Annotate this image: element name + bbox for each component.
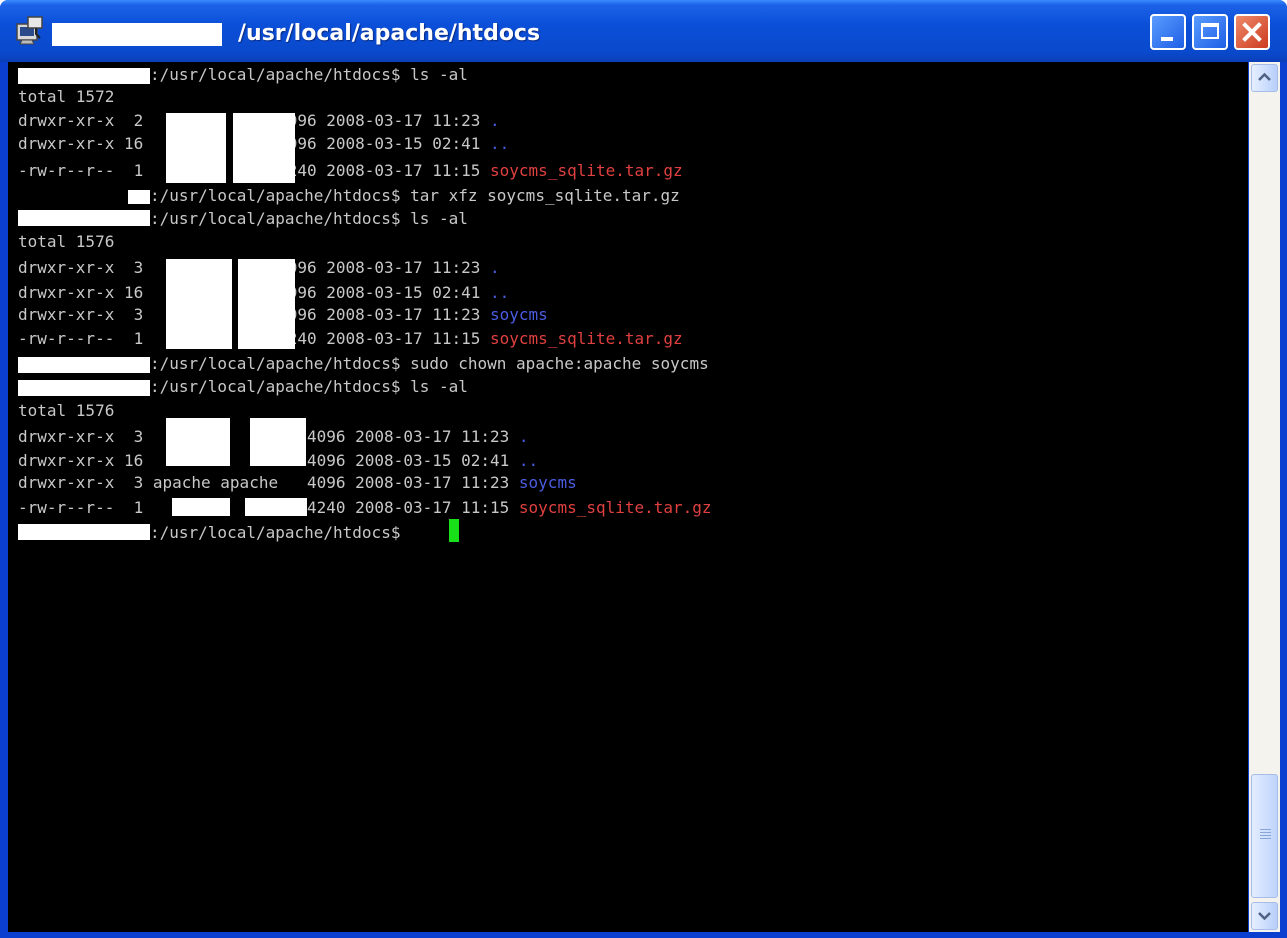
terminal-window: /usr/local/apache/htdocs :/usr/local/apa…	[0, 0, 1287, 938]
terminal-output[interactable]: :/usr/local/apache/htdocs$ ls -al total …	[8, 62, 1248, 932]
chevron-up-icon	[1258, 72, 1271, 81]
terminal-line-19: -rw-r--r-- 1 1594240 2008-03-17 11:15 so…	[18, 498, 712, 517]
grip-line	[1260, 838, 1271, 839]
terminal-line-8: total 1576	[18, 232, 115, 251]
terminal-line-2: total 1572	[18, 87, 115, 106]
maximize-icon	[1201, 23, 1219, 39]
scroll-down-button[interactable]	[1251, 902, 1278, 930]
minimize-button[interactable]	[1150, 14, 1186, 50]
redacted-prompt-user	[18, 68, 150, 84]
window-title: /usr/local/apache/htdocs	[238, 21, 541, 46]
redacted-group	[238, 259, 295, 349]
redacted-owner	[166, 113, 226, 183]
vertical-scrollbar[interactable]	[1249, 62, 1280, 932]
scroll-up-button[interactable]	[1251, 64, 1278, 92]
scroll-thumb[interactable]	[1251, 774, 1278, 898]
terminal-line-18: drwxr-xr-x 3 apache apache 4096 2008-03-…	[18, 473, 577, 492]
minimize-icon	[1161, 37, 1173, 41]
redacted-prompt-user	[18, 357, 150, 373]
terminal-line-20: :/usr/local/apache/htdocs$	[150, 523, 411, 542]
redacted-group	[233, 113, 295, 183]
redacted-prompt-user	[18, 524, 150, 540]
terminal-app-icon[interactable]	[14, 14, 46, 46]
redacted-prompt-user	[18, 380, 150, 396]
terminal-line-7: :/usr/local/apache/htdocs$ ls -al	[150, 209, 468, 228]
redacted-group	[245, 498, 307, 516]
terminal-line-15: total 1576	[18, 401, 115, 420]
grip-line	[1260, 835, 1271, 836]
grip-line	[1260, 832, 1271, 833]
redacted-owner	[172, 498, 230, 516]
text-cursor	[449, 519, 459, 542]
terminal-line-13: :/usr/local/apache/htdocs$ sudo chown ap…	[150, 354, 709, 373]
redacted-hostname	[52, 23, 222, 46]
close-icon	[1242, 22, 1262, 42]
terminal-line-14: :/usr/local/apache/htdocs$ ls -al	[150, 377, 468, 396]
redacted-prompt-user	[128, 190, 150, 204]
terminal-line-5: -rw-r--r-- 1 1594240 2008-03-17 11:15 so…	[18, 161, 683, 180]
chevron-down-icon	[1258, 912, 1271, 921]
terminal-line-1: :/usr/local/apache/htdocs$ ls -al	[150, 65, 468, 84]
terminal-line-6: :/usr/local/apache/htdocs$ tar xfz soycm…	[150, 186, 680, 205]
redacted-prompt-user	[18, 210, 150, 226]
close-button[interactable]	[1234, 14, 1270, 50]
terminal-line-12: -rw-r--r-- 1 1594240 2008-03-17 11:15 so…	[18, 329, 683, 348]
title-bar[interactable]: /usr/local/apache/htdocs	[0, 0, 1287, 62]
grip-line	[1260, 829, 1271, 830]
window-frame-bottom	[0, 932, 1287, 938]
maximize-button[interactable]	[1192, 14, 1228, 50]
redacted-group	[250, 418, 306, 466]
redacted-owner	[166, 259, 232, 349]
redacted-owner	[166, 418, 230, 466]
